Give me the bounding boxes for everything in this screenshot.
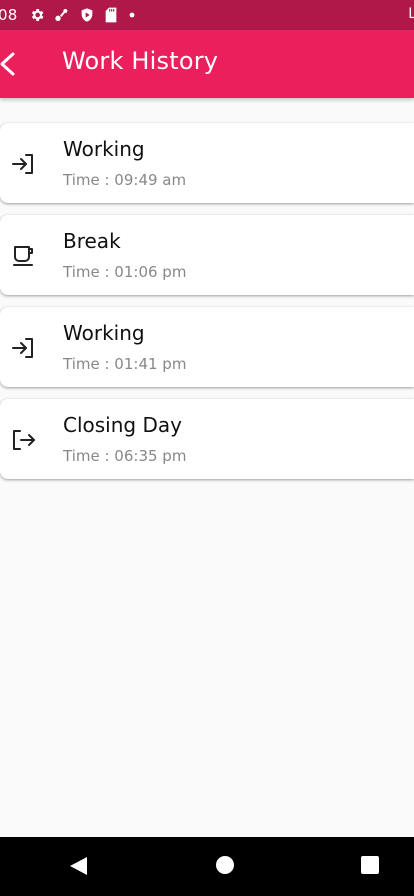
dot-icon: [127, 10, 137, 20]
chevron-left-icon: [0, 52, 15, 76]
entry-title: Working: [63, 137, 145, 161]
logout-icon: [11, 427, 37, 453]
settings-icon: [29, 7, 45, 23]
app-bar: Work History: [0, 30, 414, 98]
status-time: 08: [0, 6, 18, 24]
list-item[interactable]: Closing Day Time : 06:35 pm: [0, 399, 414, 479]
back-nav-button[interactable]: [67, 855, 89, 881]
coffee-cup-icon: [11, 243, 37, 269]
puzzle-icon: [54, 7, 70, 23]
work-history-list: Working Time : 09:49 am Break Time : 01:…: [0, 123, 414, 491]
entry-title: Closing Day: [63, 413, 182, 437]
status-bar: 08 L: [0, 0, 414, 30]
system-nav-bar: [0, 837, 414, 896]
status-right-text: L: [408, 6, 414, 22]
entry-time: Time : 01:41 pm: [63, 355, 187, 373]
entry-title: Working: [63, 321, 145, 345]
entry-time: Time : 06:35 pm: [63, 447, 187, 465]
sd-card-icon: [104, 7, 118, 23]
home-nav-button[interactable]: [215, 855, 235, 879]
list-item[interactable]: Working Time : 01:41 pm: [0, 307, 414, 387]
login-icon: [11, 151, 37, 177]
entry-title: Break: [63, 229, 121, 253]
circle-home-icon: [216, 856, 234, 874]
list-item[interactable]: Working Time : 09:49 am: [0, 123, 414, 203]
entry-time: Time : 01:06 pm: [63, 263, 187, 281]
recents-nav-button[interactable]: [360, 855, 380, 879]
page-title: Work History: [62, 47, 219, 75]
shield-play-icon: [79, 7, 95, 23]
list-item[interactable]: Break Time : 01:06 pm: [0, 215, 414, 295]
triangle-back-icon: [70, 857, 87, 875]
status-icons: [29, 6, 137, 24]
login-icon: [11, 335, 37, 361]
entry-time: Time : 09:49 am: [63, 171, 187, 189]
back-button[interactable]: [0, 50, 28, 78]
square-recents-icon: [361, 856, 379, 874]
